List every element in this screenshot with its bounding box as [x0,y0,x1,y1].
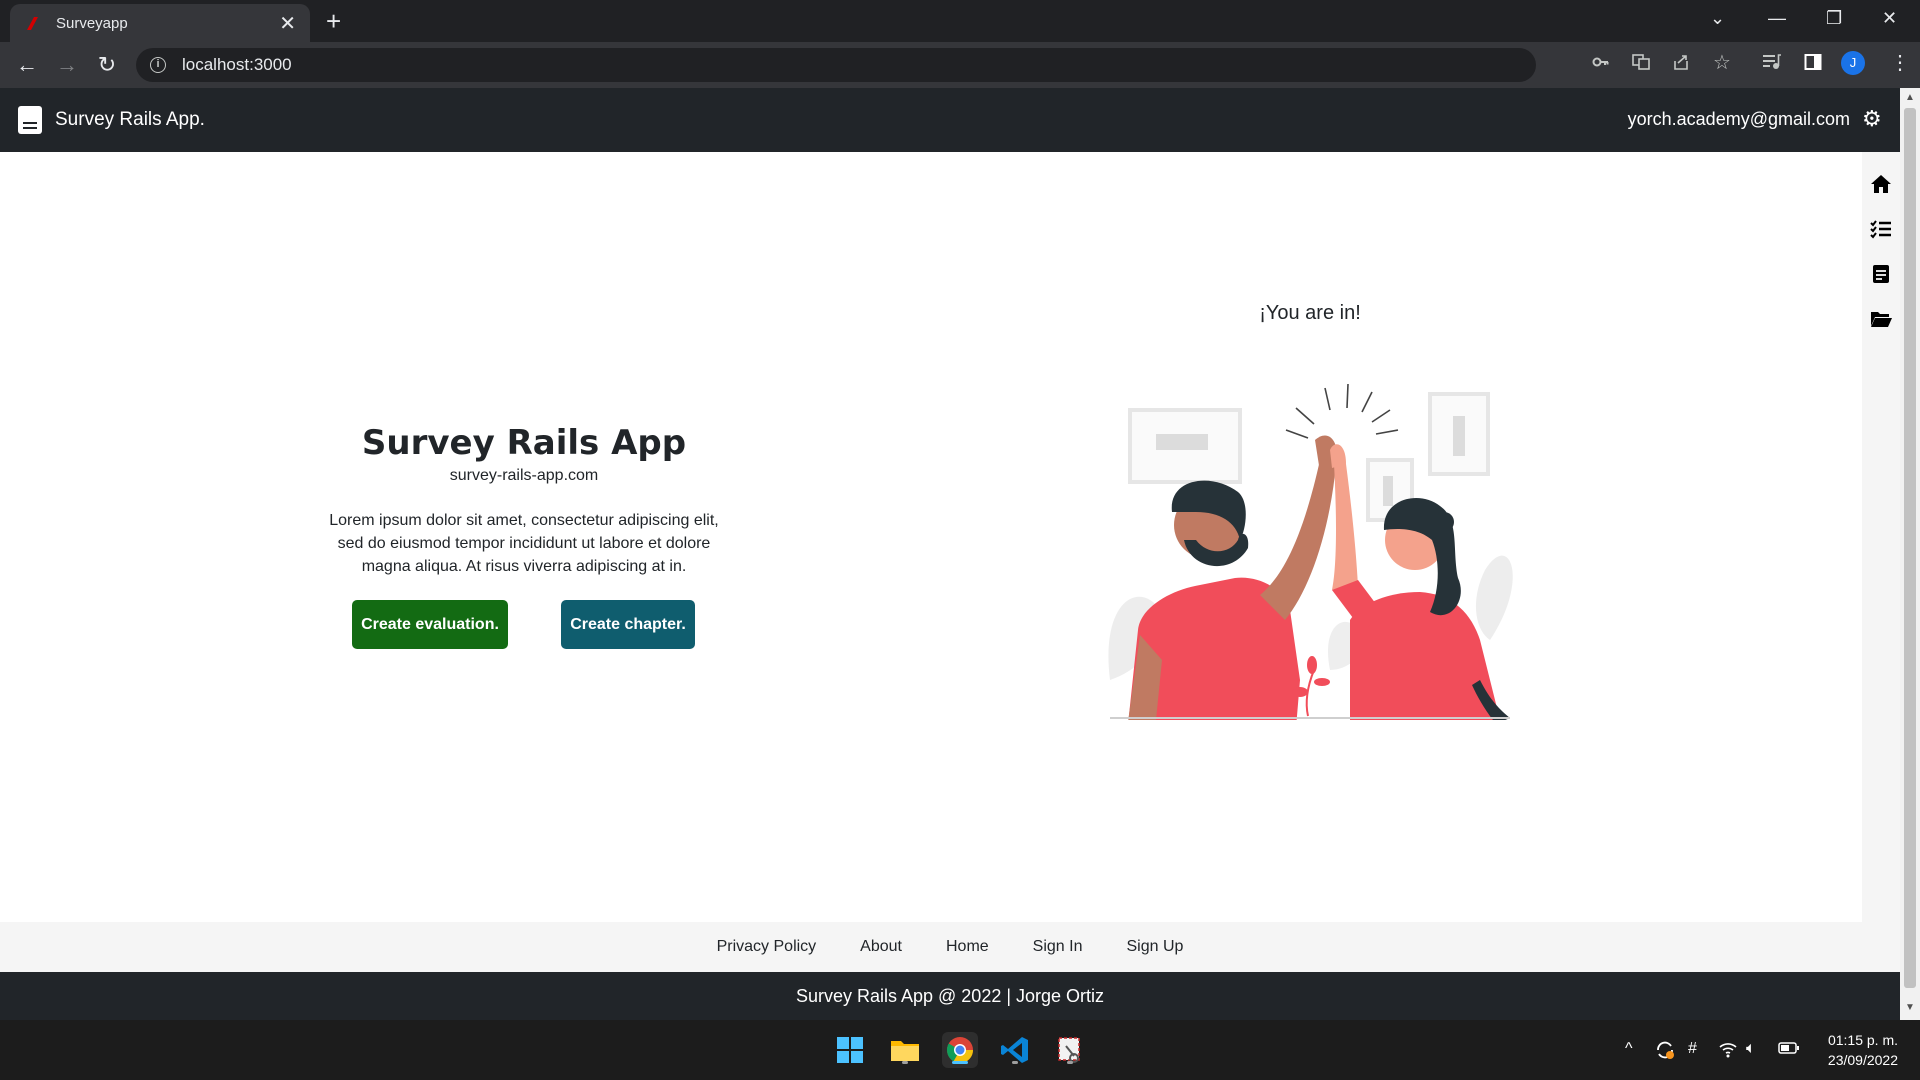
tab-title: Surveyapp [56,14,128,32]
running-indicator [1012,1061,1018,1064]
site-info-icon[interactable]: i [150,57,166,73]
checklist-icon[interactable] [1869,217,1893,241]
volume-icon[interactable]: 🔈︎ [1746,1040,1756,1058]
browser-menu-icon[interactable]: ⋮ [1890,50,1910,75]
active-indicator [952,1061,968,1064]
gear-icon[interactable]: ⚙ [1862,108,1882,130]
scroll-thumb[interactable] [1904,108,1916,988]
slack-icon[interactable]: # [1688,1040,1697,1058]
windows-logo-icon [837,1037,863,1063]
close-window-icon[interactable]: ✕ [1882,8,1897,29]
sign-up-link[interactable]: Sign Up [1126,938,1183,956]
restore-icon[interactable]: ❐ [1826,8,1842,29]
reload-icon[interactable]: ↻ [92,50,122,80]
tab-close-icon[interactable]: ✕ [279,11,296,36]
new-tab-button[interactable]: + [326,8,341,34]
sidebar [1862,172,1900,352]
profile-avatar[interactable]: J [1841,51,1865,75]
create-chapter-button[interactable]: Create chapter. [561,600,695,649]
key-icon[interactable] [1592,53,1610,71]
about-link[interactable]: About [860,938,902,956]
brand-link[interactable]: Survey Rails App. [55,109,205,131]
folder-open-icon[interactable] [1869,307,1893,331]
sign-in-link[interactable]: Sign In [1033,938,1083,956]
top-navbar: Survey Rails App. yorch.academy@gmail.co… [0,88,1900,152]
show-hidden-icons-icon[interactable]: ^ [1625,1040,1633,1058]
hero-site: survey-rails-app.com [449,467,599,484]
document-icon[interactable] [1869,262,1893,286]
tab-search-icon[interactable]: ⌄ [1710,8,1725,29]
browser-tab-strip: Surveyapp ✕ + ⌄ — ❐ ✕ [0,0,1920,42]
url-text: localhost:3000 [182,55,292,74]
vscode-button[interactable] [997,1032,1033,1068]
translate-icon[interactable] [1632,53,1650,71]
running-indicator [902,1061,908,1064]
page-scrollbar[interactable]: ▲ ▼ [1900,88,1920,1020]
hero-title: Survey Rails App [361,423,687,463]
user-email[interactable]: yorch.academy@gmail.com [1628,109,1850,130]
browser-toolbar: ← → ↻ i localhost:3000 ☆ ⋮ [0,42,1920,88]
media-control-icon[interactable] [1762,53,1782,71]
high-five-illustration [1108,383,1513,720]
hero-description: Lorem ipsum dolor sit amet, consectetur … [329,512,719,575]
share-icon[interactable] [1672,53,1690,71]
rails-favicon-icon [27,17,38,30]
forward-icon[interactable]: → [52,50,82,80]
footer-links: Privacy Policy About Home Sign In Sign U… [0,922,1900,972]
minimize-icon[interactable]: — [1768,8,1786,29]
welcome-heading: ¡You are in! [1259,302,1361,324]
clock-date: 23/09/2022 [1827,1052,1898,1068]
clock-time: 01:15 p. m. [1827,1032,1898,1048]
document-logo-icon [18,106,42,134]
privacy-policy-link[interactable]: Privacy Policy [717,938,817,956]
file-explorer-button[interactable] [887,1032,923,1068]
address-bar[interactable]: i localhost:3000 [136,48,1536,82]
back-icon[interactable]: ← [12,50,42,80]
footer-copyright: Survey Rails App @ 2022 | Jorge Ortiz [0,972,1900,1020]
battery-icon[interactable] [1778,1040,1800,1056]
system-clock[interactable]: 01:15 p. m. 23/09/2022 [1828,1030,1898,1070]
start-button[interactable] [832,1032,868,1068]
bookmark-star-icon[interactable]: ☆ [1713,50,1731,75]
chrome-button[interactable] [942,1032,978,1068]
snipping-tool-button[interactable] [1052,1032,1088,1068]
create-evaluation-button[interactable]: Create evaluation. [352,600,508,649]
home-icon[interactable] [1869,172,1893,196]
hero-section: Survey Rails App survey-rails-app.com Lo… [310,423,738,578]
wifi-icon[interactable] [1718,1040,1738,1058]
page-viewport: Survey Rails App. yorch.academy@gmail.co… [0,88,1920,1020]
scroll-down-icon[interactable]: ▼ [1905,1002,1915,1013]
sync-icon[interactable] [1654,1040,1676,1060]
scroll-up-icon[interactable]: ▲ [1905,92,1915,103]
browser-tab[interactable]: Surveyapp ✕ [10,4,310,42]
running-indicator [1067,1061,1073,1064]
side-panel-icon[interactable] [1804,53,1822,71]
home-link[interactable]: Home [946,938,989,956]
os-taskbar: ^ # 🔈︎ 01:15 p. m. 23/09/2022 [0,1020,1920,1080]
